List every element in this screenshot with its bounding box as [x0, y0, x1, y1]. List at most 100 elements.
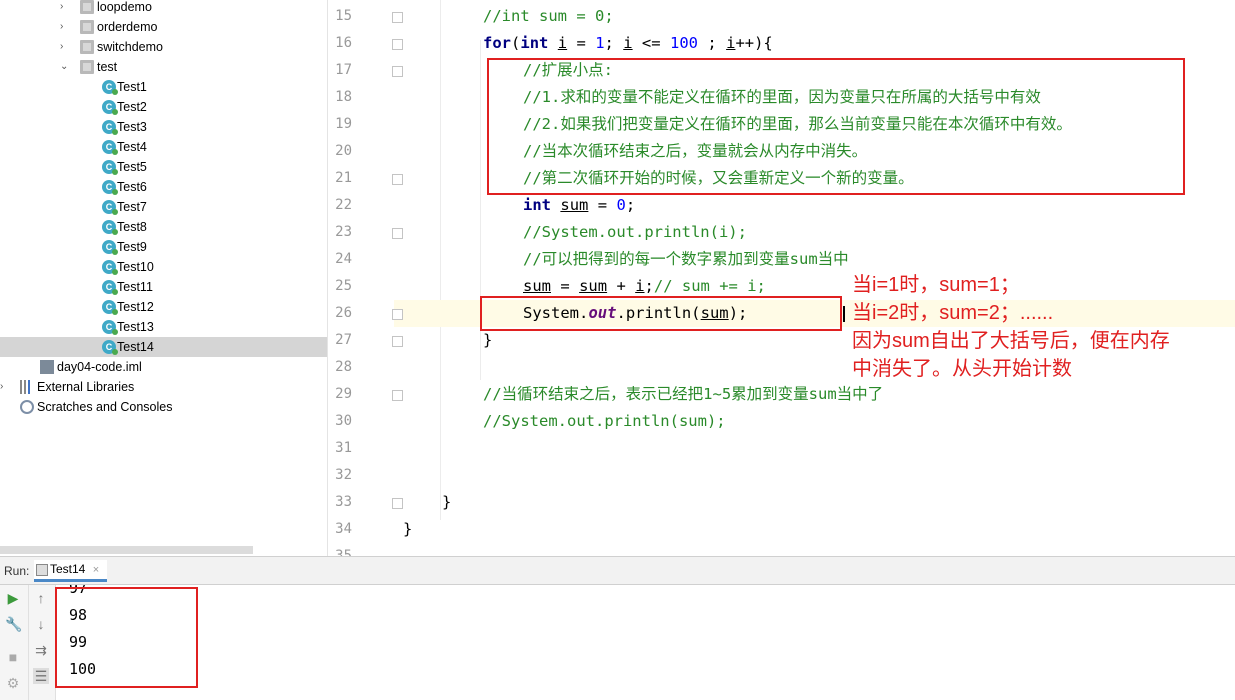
fold-marker-icon[interactable]: [392, 66, 403, 77]
fold-marker-icon[interactable]: [392, 12, 403, 23]
code-token: 100: [670, 34, 698, 52]
fold-marker-icon[interactable]: [392, 309, 403, 320]
tree-item-test2[interactable]: C Test2: [0, 97, 327, 117]
run-tab-test14[interactable]: Test14 ×: [34, 560, 108, 582]
soft-wrap-icon[interactable]: ⇉: [33, 642, 49, 658]
tree-item-orderdemo[interactable]: › orderdemo: [0, 17, 327, 37]
chevron-right-icon[interactable]: ›: [60, 0, 70, 14]
close-tab-icon[interactable]: ×: [93, 564, 99, 576]
tree-item-day04-code-iml[interactable]: day04-code.iml: [0, 357, 327, 377]
code-comment: // sum += i;: [653, 277, 766, 295]
fold-marker-icon[interactable]: [392, 336, 403, 347]
tree-item-test5[interactable]: C Test5: [0, 157, 327, 177]
console-output[interactable]: 97 98 99 100: [55, 585, 1225, 700]
chevron-right-icon[interactable]: ›: [60, 40, 70, 54]
code-line-17[interactable]: //扩展小点:: [328, 57, 1235, 84]
code-line-24[interactable]: //可以把得到的每一个数字累加到变量sum当中: [328, 246, 1235, 273]
tree-item-test8[interactable]: C Test8: [0, 217, 327, 237]
tree-item-test11[interactable]: C Test11: [0, 277, 327, 297]
code-comment: //当本次循环结束之后，变量就会从内存中消失。: [523, 142, 868, 160]
chevron-down-icon[interactable]: ⌄: [60, 60, 70, 74]
code-line-18[interactable]: //1.求和的变量不能定义在循环的里面，因为变量只在所属的大括号中有效: [328, 84, 1235, 111]
code-line-29[interactable]: //当循环结束之后，表示已经把1~5累加到变量sum当中了: [328, 381, 1235, 408]
tree-item-test12[interactable]: C Test12: [0, 297, 327, 317]
code-line-35[interactable]: [328, 543, 1235, 556]
code-comment: //可以把得到的每一个数字累加到变量sum当中: [523, 250, 849, 268]
scroll-down-icon[interactable]: ↓: [33, 616, 49, 632]
code-line-32[interactable]: [328, 462, 1235, 489]
fold-marker-icon[interactable]: [392, 498, 403, 509]
java-class-icon: C: [102, 220, 118, 235]
tree-item-test10[interactable]: C Test10: [0, 257, 327, 277]
libraries-icon: [20, 380, 34, 394]
java-class-icon: C: [102, 340, 118, 355]
line-number: 27: [335, 332, 352, 348]
code-line-26[interactable]: System. out .println(sum);: [328, 300, 1235, 327]
chevron-right-icon[interactable]: ›: [0, 380, 10, 394]
code-keyword: int: [520, 34, 549, 52]
print-icon[interactable]: ☰: [33, 668, 49, 684]
chevron-right-icon[interactable]: ›: [60, 20, 70, 34]
tree-item-loopdemo[interactable]: › loopdemo: [0, 0, 327, 17]
output-line: 98: [69, 606, 88, 624]
horizontal-scrollbar[interactable]: [0, 546, 253, 554]
code-line-20[interactable]: //当本次循环结束之后，变量就会从内存中消失。: [328, 138, 1235, 165]
tree-item-label: test: [97, 60, 118, 74]
rerun-icon[interactable]: ▶: [5, 590, 21, 606]
tree-item-label: Test5: [117, 160, 147, 174]
run-tab-label: Test14: [50, 562, 86, 576]
code-editor[interactable]: //int sum = 0; for(int i = 1; i <= 100 ; …: [327, 0, 1235, 556]
tree-item-test7[interactable]: C Test7: [0, 197, 327, 217]
run-label: Run:: [4, 564, 30, 578]
fold-marker-icon[interactable]: [392, 390, 403, 401]
output-line: 100: [69, 660, 97, 678]
code-line-16[interactable]: for(int i = 1; i <= 100 ; i ++){: [328, 30, 1235, 57]
tree-item-switchdemo[interactable]: › switchdemo: [0, 37, 327, 57]
tree-item-label: orderdemo: [97, 20, 158, 34]
tree-item-test6[interactable]: C Test6: [0, 177, 327, 197]
code-keyword: int: [523, 196, 551, 214]
tree-item-test1[interactable]: C Test1: [0, 77, 327, 97]
tree-item-label: Test3: [117, 120, 147, 134]
tree-item-label: switchdemo: [97, 40, 163, 54]
tree-item-test9[interactable]: C Test9: [0, 237, 327, 257]
line-number: 31: [335, 440, 352, 456]
code-line-33[interactable]: }: [328, 489, 1235, 516]
code-token: ;: [698, 34, 727, 52]
code-line-30[interactable]: //System.out.println(sum);: [328, 408, 1235, 435]
line-number: 26: [335, 305, 352, 321]
code-token: sum: [700, 304, 729, 322]
tree-item-test14[interactable]: C Test14: [0, 337, 327, 357]
java-class-icon: C: [102, 120, 118, 135]
code-token: ;: [604, 34, 624, 52]
wrench-icon[interactable]: 🔧: [5, 616, 22, 632]
tree-item-test4[interactable]: C Test4: [0, 137, 327, 157]
line-number: 34: [335, 521, 352, 537]
code-line-22[interactable]: int sum = 0;: [328, 192, 1235, 219]
tree-item-test13[interactable]: C Test13: [0, 317, 327, 337]
code-line-28[interactable]: [328, 354, 1235, 381]
tree-item-external-libraries[interactable]: › External Libraries: [0, 377, 327, 397]
tree-item-test[interactable]: ⌄ test: [0, 57, 327, 77]
code-line-34[interactable]: }: [328, 516, 1235, 543]
code-line-25[interactable]: sum = sum + i;// sum += i;: [328, 273, 1235, 300]
code-line-23[interactable]: //System.out.println(i);: [328, 219, 1235, 246]
fold-marker-icon[interactable]: [392, 174, 403, 185]
code-line-19[interactable]: //2.如果我们把变量定义在循环的里面，那么当前变量只能在本次循环中有效。: [328, 111, 1235, 138]
code-line-31[interactable]: [328, 435, 1235, 462]
settings-icon[interactable]: ⚙: [5, 675, 21, 691]
stop-icon[interactable]: ■: [5, 649, 21, 665]
tree-item-test3[interactable]: C Test3: [0, 117, 327, 137]
scroll-up-icon[interactable]: ↑: [33, 590, 49, 606]
fold-marker-icon[interactable]: [392, 39, 403, 50]
code-line-15[interactable]: //int sum = 0;: [328, 3, 1235, 30]
package-icon: [80, 40, 94, 54]
fold-marker-icon[interactable]: [392, 228, 403, 239]
code-token: =: [551, 277, 580, 295]
tree-item-label: Test13: [117, 320, 154, 334]
code-token: ;: [644, 277, 654, 295]
tree-item-scratches-and-consoles[interactable]: Scratches and Consoles: [0, 397, 327, 417]
code-comment: //1.求和的变量不能定义在循环的里面，因为变量只在所属的大括号中有效: [523, 88, 1041, 106]
code-line-21[interactable]: //第二次循环开始的时候，又会重新定义一个新的变量。: [328, 165, 1235, 192]
